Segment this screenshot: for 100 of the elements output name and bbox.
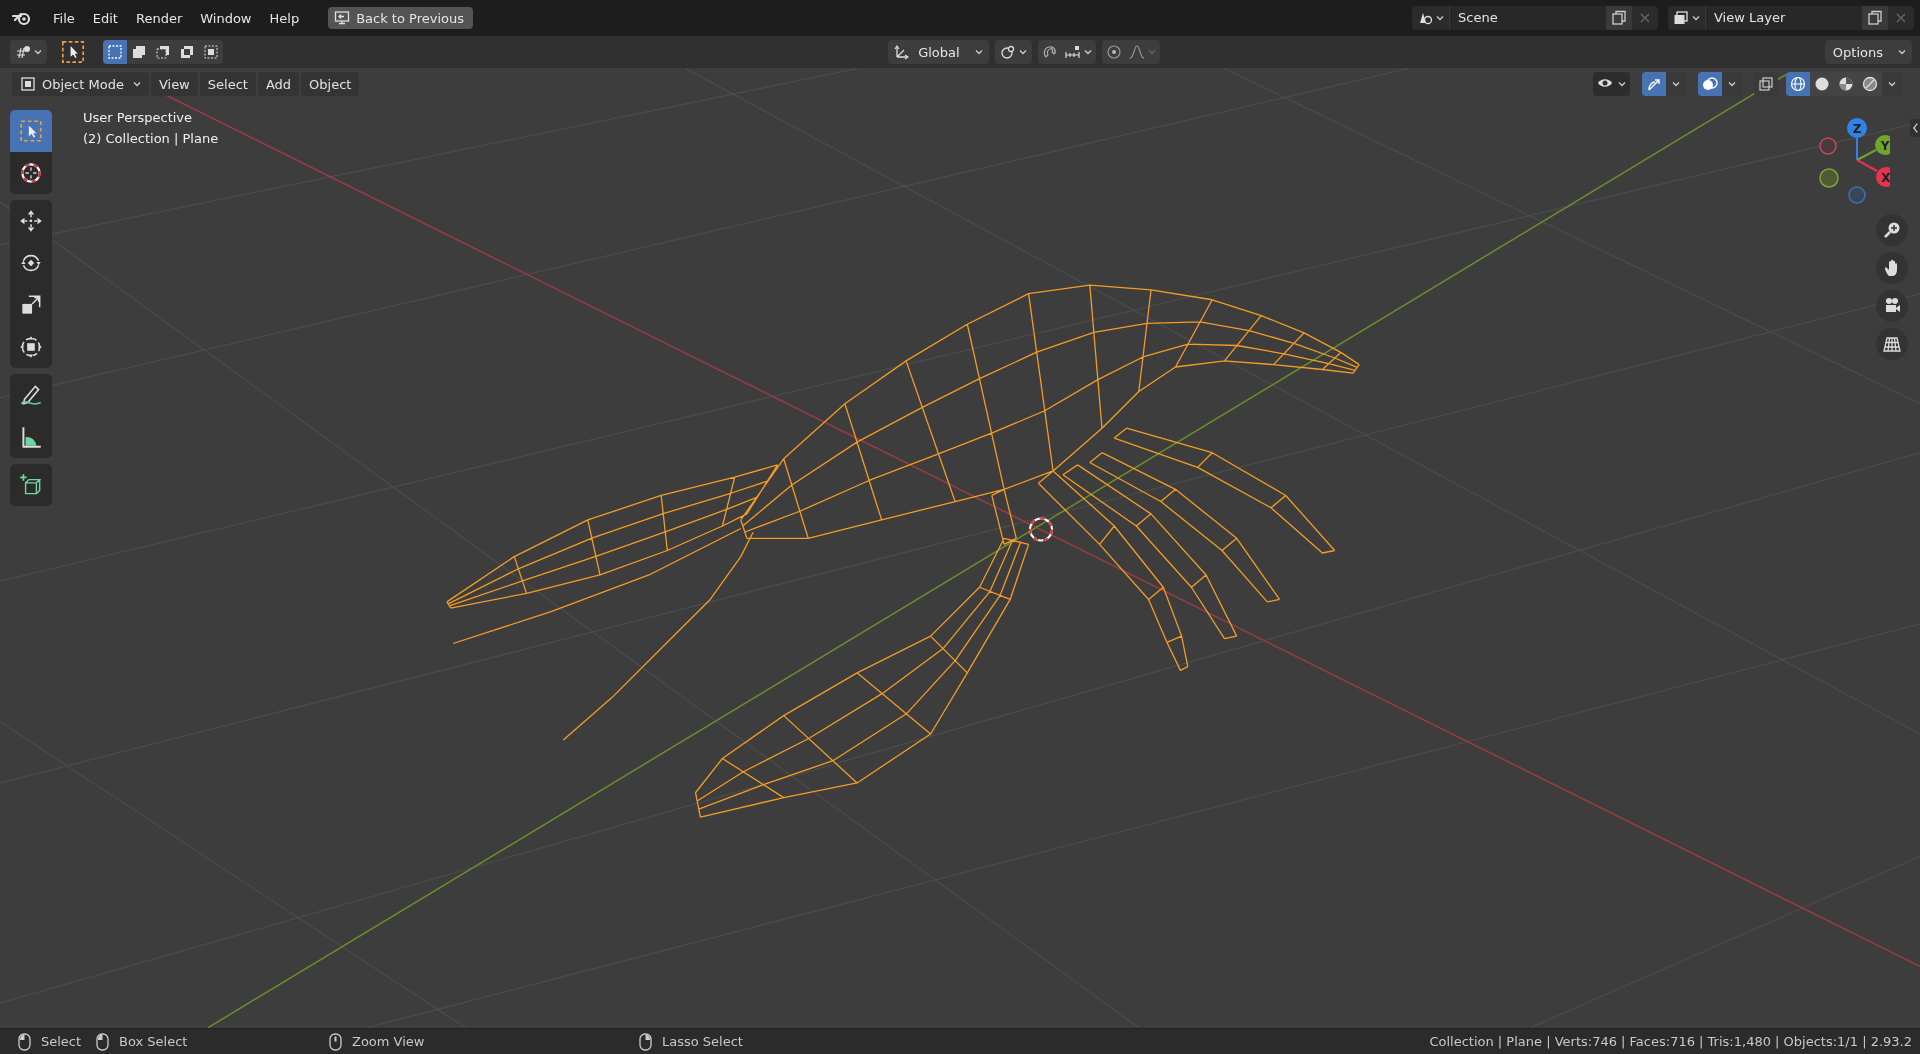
camera-view-button[interactable] (1876, 290, 1908, 322)
delete-view-layer-button[interactable] (1888, 6, 1914, 30)
visibility-dropdown[interactable] (1593, 72, 1630, 96)
pivot-icon (999, 44, 1016, 60)
axis-handle[interactable] (1875, 135, 1890, 155)
delete-scene-button[interactable] (1632, 6, 1658, 30)
viewport-menu-button[interactable]: View (150, 72, 198, 96)
caret-icon (1148, 48, 1157, 56)
caret-icon (1728, 80, 1736, 88)
selection-mode-button[interactable] (103, 40, 127, 64)
axis-handle[interactable] (1876, 167, 1890, 187)
viewport-menu-button[interactable]: Select (199, 72, 256, 96)
caret-icon (974, 48, 983, 56)
crosshair-icon (18, 160, 44, 186)
scene-statistics-text: Collection | Plane | Verts:746 | Faces:716 | Tris:1,480 | Objects:1/1 | 2.93.2 (1429, 1034, 1912, 1049)
axis-label[interactable]: Z (1852, 121, 1862, 136)
selection-mode-icon (179, 44, 195, 60)
y-axis-line (1856, 149, 1877, 161)
select-box-icon[interactable] (61, 40, 85, 64)
caret-icon (1672, 80, 1680, 88)
pencil-icon (18, 382, 44, 408)
axis-handle[interactable] (1847, 118, 1867, 138)
new-view-layer-button[interactable] (1862, 6, 1888, 30)
3d-cursor-icon (1029, 517, 1053, 542)
mouse-icon (639, 1032, 653, 1051)
viewport-menu-button[interactable]: Add (257, 72, 300, 96)
falloff-curve-icon (1129, 44, 1146, 60)
solid-sphere-icon (1814, 76, 1830, 92)
magnet-icon (1041, 44, 1058, 60)
duplicate-icon (1611, 10, 1627, 26)
viewport-menu-button[interactable]: Object (301, 72, 360, 96)
gizmo-toggle-button[interactable] (1642, 72, 1666, 96)
viewport-info-text: (2) Collection | Plane (83, 131, 219, 146)
pivot-point-dropdown[interactable] (994, 40, 1032, 64)
material-sphere-icon (1838, 76, 1854, 92)
menu-item[interactable]: Render (126, 10, 192, 26)
options-dropdown[interactable]: Options (1824, 40, 1912, 64)
menu-item[interactable]: Edit (83, 10, 127, 26)
z-axis-line (1856, 137, 1858, 161)
blender-logo-icon[interactable] (12, 10, 32, 26)
caret-icon (132, 80, 141, 88)
chevron-left-icon (1911, 122, 1919, 134)
duplicate-icon (1867, 10, 1883, 26)
caret-icon (1898, 48, 1906, 56)
axes-icon (894, 44, 911, 60)
caret-icon (1436, 14, 1444, 22)
negative-axis-handle[interactable] (1819, 137, 1837, 155)
shortcut-hint-text: Lasso Select (662, 1034, 743, 1049)
caret-icon (1084, 48, 1093, 56)
transform-orientation-dropdown[interactable]: Global (888, 40, 989, 64)
view-layer-name-field[interactable]: View Layer (1705, 6, 1862, 30)
menu-item[interactable]: Window (191, 10, 261, 26)
gizmo-arrow-icon (1646, 76, 1662, 92)
shading-mode-button[interactable] (1810, 72, 1834, 96)
zoom-button[interactable] (1876, 214, 1908, 246)
view-layer-browse-button[interactable] (1668, 6, 1705, 30)
menu-item[interactable]: Help (260, 10, 309, 26)
axis-label[interactable]: Y (1880, 138, 1890, 153)
shortcut-hint-text: Select (41, 1034, 82, 1049)
projection-toggle-button[interactable] (1876, 328, 1908, 360)
scene-browse-button[interactable] (1412, 6, 1449, 30)
caret-icon (1018, 48, 1027, 56)
negative-axis-handle[interactable] (1819, 168, 1839, 188)
sidebar-toggle-button[interactable] (1910, 119, 1920, 137)
caret-icon (1618, 80, 1626, 88)
shading-mode-button[interactable] (1858, 72, 1882, 96)
mouse-icon (329, 1032, 343, 1051)
back-to-previous-button[interactable]: Back to Previous (328, 7, 473, 29)
wireframe-sphere-icon (1790, 76, 1806, 92)
overlapping-squares-icon (1758, 76, 1774, 92)
image-stack-icon (1673, 10, 1689, 26)
move-arrows-icon (18, 208, 44, 234)
grid-dot-icon (15, 44, 31, 60)
rendered-sphere-icon (1862, 76, 1878, 92)
object-icon (20, 76, 36, 92)
overlapping-circles-icon (1702, 76, 1718, 92)
menu-item[interactable]: File (44, 10, 84, 26)
scene-name-field[interactable]: Scene (1449, 6, 1606, 30)
caret-icon (1692, 14, 1700, 22)
screen-back-icon (334, 10, 351, 26)
transform-affect-dropdown[interactable] (10, 40, 47, 64)
mouse-icon (96, 1032, 110, 1051)
caret-icon (1888, 80, 1896, 88)
selection-mode-icon (107, 44, 123, 60)
shading-mode-button[interactable] (1786, 72, 1810, 96)
grid-icon (1882, 334, 1902, 354)
increment-icon (1065, 44, 1082, 60)
new-scene-button[interactable] (1606, 6, 1632, 30)
pan-button[interactable] (1876, 252, 1908, 284)
select-box-icon (18, 118, 44, 144)
overlays-toggle-button[interactable] (1698, 72, 1722, 96)
selection-mode-icon (155, 44, 171, 60)
caret-icon (34, 48, 42, 56)
selection-mode-icon (131, 44, 147, 60)
mouse-icon (18, 1032, 32, 1051)
zoom-icon (1882, 220, 1902, 240)
axis-label[interactable]: X (1881, 170, 1890, 185)
shortcut-hint-text: Zoom View (352, 1034, 425, 1049)
negative-axis-handle[interactable] (1848, 186, 1866, 204)
object-mode-dropdown[interactable]: Object Mode (12, 72, 149, 96)
